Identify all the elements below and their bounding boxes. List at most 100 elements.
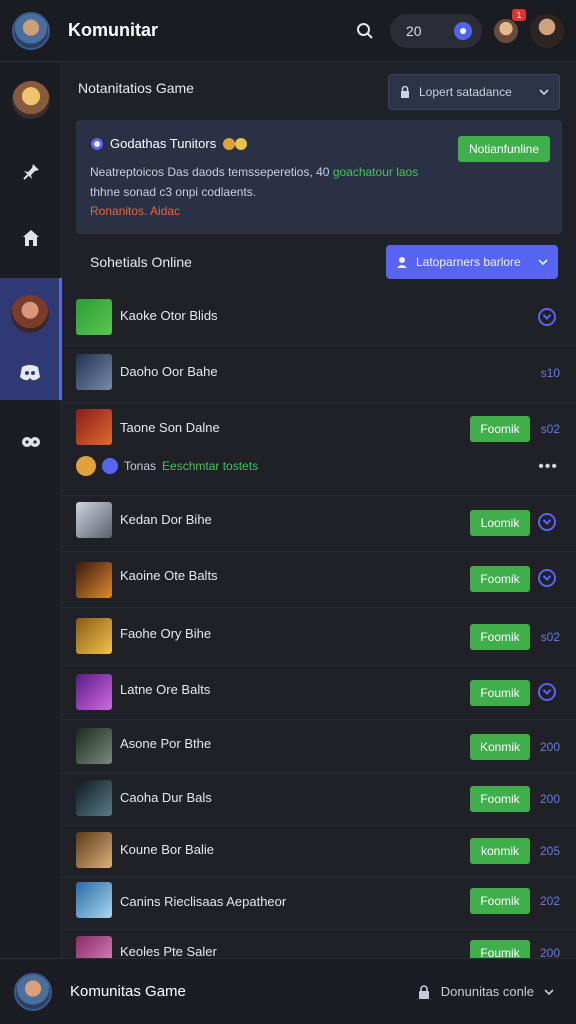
top-bar: Komunitar 20 1 — [0, 0, 576, 62]
gamepad-icon — [22, 437, 40, 447]
row-meta: 200 — [539, 740, 560, 754]
section-heading: Notanitatios Game — [78, 80, 194, 96]
online-count-pill[interactable]: 20 — [390, 13, 482, 48]
game-icon — [76, 409, 112, 445]
sidebar-item-profile[interactable] — [0, 70, 62, 130]
sidebar-avatar — [12, 81, 50, 119]
game-icon — [76, 354, 112, 390]
search-icon[interactable] — [352, 18, 378, 44]
discord-icon — [91, 137, 103, 150]
list-item[interactable]: Kaoine Ote Balts Foomik — [62, 552, 576, 608]
expand-icon[interactable] — [538, 569, 556, 587]
list-item[interactable]: Keoles Pte Saler Foumik 200 — [62, 930, 576, 958]
game-icon — [76, 832, 112, 868]
join-button[interactable]: Foomik — [470, 566, 530, 592]
join-button[interactable]: Foomik — [470, 888, 530, 914]
game-name: Kaoke Otor Blids — [120, 308, 218, 323]
user-icon — [397, 257, 407, 268]
list-item[interactable]: Latne Ore Balts Foumik — [62, 666, 576, 720]
sidebar — [0, 62, 62, 958]
game-icon — [76, 882, 112, 918]
list-item[interactable]: Caoha Dur Bals Foomik 200 — [62, 774, 576, 826]
main-content: Notanitatios Game Lopert satadance Godat… — [62, 62, 576, 958]
game-name: Daoho Oor Bahe — [120, 364, 218, 379]
list-item[interactable]: Kaoke Otor Blids — [62, 288, 576, 346]
card-link[interactable]: Ronanitos. Aidac — [90, 204, 180, 218]
game-name: Taone Son Dalne — [120, 420, 220, 435]
app-avatar[interactable] — [12, 11, 50, 50]
game-icon — [76, 299, 112, 335]
expand-icon[interactable] — [538, 513, 556, 531]
badge-icon — [223, 137, 248, 150]
filter-select-label: Latoparners barlore — [416, 255, 521, 269]
footer-select[interactable]: Donunitas conle — [417, 984, 562, 999]
chevron-down-icon — [538, 259, 548, 266]
app-title: Komunitar — [68, 20, 158, 40]
home-icon — [23, 230, 39, 246]
list-item[interactable]: Kedan Dor Bihe Loomik — [62, 496, 576, 552]
list-item[interactable]: Asone Por Bthe Konmik 200 — [62, 720, 576, 774]
lock-icon — [401, 86, 409, 98]
row-meta: 200 — [539, 792, 560, 806]
top-actions: 20 1 — [352, 8, 564, 48]
game-icon — [76, 674, 112, 710]
user-avatar[interactable] — [530, 13, 564, 48]
join-button[interactable]: Foomik — [470, 786, 530, 812]
featured-card-body: Neatreptoicos Das daods temsseperetios, … — [90, 162, 430, 202]
list-item[interactable]: Daoho Oor Bahe s10 — [62, 346, 576, 404]
sort-select[interactable]: Lopert satadance — [388, 74, 560, 110]
sidebar-item-community[interactable] — [0, 278, 62, 400]
featured-card-title: Godathas Tunitors — [90, 136, 248, 151]
pin-icon — [23, 164, 39, 180]
notification-avatar[interactable]: 1 — [494, 8, 526, 43]
featured-card: Godathas Tunitors Neatreptoicos Das daod… — [76, 120, 562, 234]
list-item[interactable]: Faohe Ory Bihe Foomik s02 — [62, 608, 576, 666]
game-name: Koune Bor Balie — [120, 842, 214, 857]
join-button[interactable]: Foomik — [470, 416, 530, 442]
footer-avatar[interactable] — [14, 972, 52, 1011]
expand-icon[interactable] — [538, 683, 556, 701]
join-button[interactable]: Konmik — [470, 734, 530, 760]
footer-bar: Komunitas Game Donunitas conle — [0, 958, 576, 1024]
game-name: Keoles Pte Saler — [120, 944, 217, 958]
game-icon — [76, 562, 112, 598]
discord-icon — [19, 365, 40, 381]
list-item[interactable]: Canins Rieclisaas Aepatheor Foomik 202 — [62, 878, 576, 930]
notification-badge: 1 — [512, 8, 526, 21]
game-icon — [76, 780, 112, 816]
row-meta: 202 — [539, 894, 560, 908]
activity-label: Tonas — [124, 459, 157, 473]
join-button[interactable]: Foumik — [470, 940, 530, 958]
sort-select-label: Lopert satadance — [419, 85, 512, 99]
row-meta: s02 — [540, 630, 560, 644]
expand-icon[interactable] — [538, 308, 556, 326]
row-meta: 200 — [539, 946, 560, 958]
row-meta: s10 — [540, 366, 560, 380]
filter-select[interactable]: Latoparners barlore — [386, 245, 558, 279]
online-button[interactable]: Notianfunline — [458, 136, 550, 162]
sidebar-item-gamepad[interactable] — [0, 412, 62, 472]
join-button[interactable]: Loomik — [470, 510, 530, 536]
game-name: Asone Por Bthe — [120, 736, 212, 751]
sidebar-item-home[interactable] — [0, 208, 62, 268]
online-count: 20 — [406, 22, 422, 39]
chevron-down-icon — [544, 988, 554, 995]
featured-card-title-text: Godathas Tunitors — [110, 136, 217, 151]
game-icon — [76, 618, 112, 654]
game-icon — [76, 936, 112, 958]
subsection-heading: Sohetials Online — [90, 254, 192, 270]
game-name: Caoha Dur Bals — [120, 790, 212, 805]
game-name: Kedan Dor Bihe — [120, 512, 212, 527]
join-button[interactable]: Foomik — [470, 624, 530, 650]
card-body-text: Neatreptoicos Das daods temsseperetios, … — [90, 165, 330, 179]
activity-status: Eeschmtar tostets — [162, 459, 259, 473]
sidebar-item-pin[interactable] — [0, 142, 62, 202]
game-name: Latne Ore Balts — [120, 682, 211, 697]
more-icon[interactable]: ••• — [538, 458, 558, 476]
list-item[interactable]: Koune Bor Balie konmik 205 — [62, 826, 576, 878]
footer-select-label: Donunitas conle — [440, 984, 534, 999]
card-body-text-2: thhne sonad c3 onpi codlaents. — [90, 185, 257, 199]
list-item[interactable]: Taone Son Dalne Foomik s02 Tonas Eeschmt… — [62, 404, 576, 496]
join-button[interactable]: Foumik — [470, 680, 530, 706]
join-button[interactable]: konmik — [470, 838, 530, 864]
